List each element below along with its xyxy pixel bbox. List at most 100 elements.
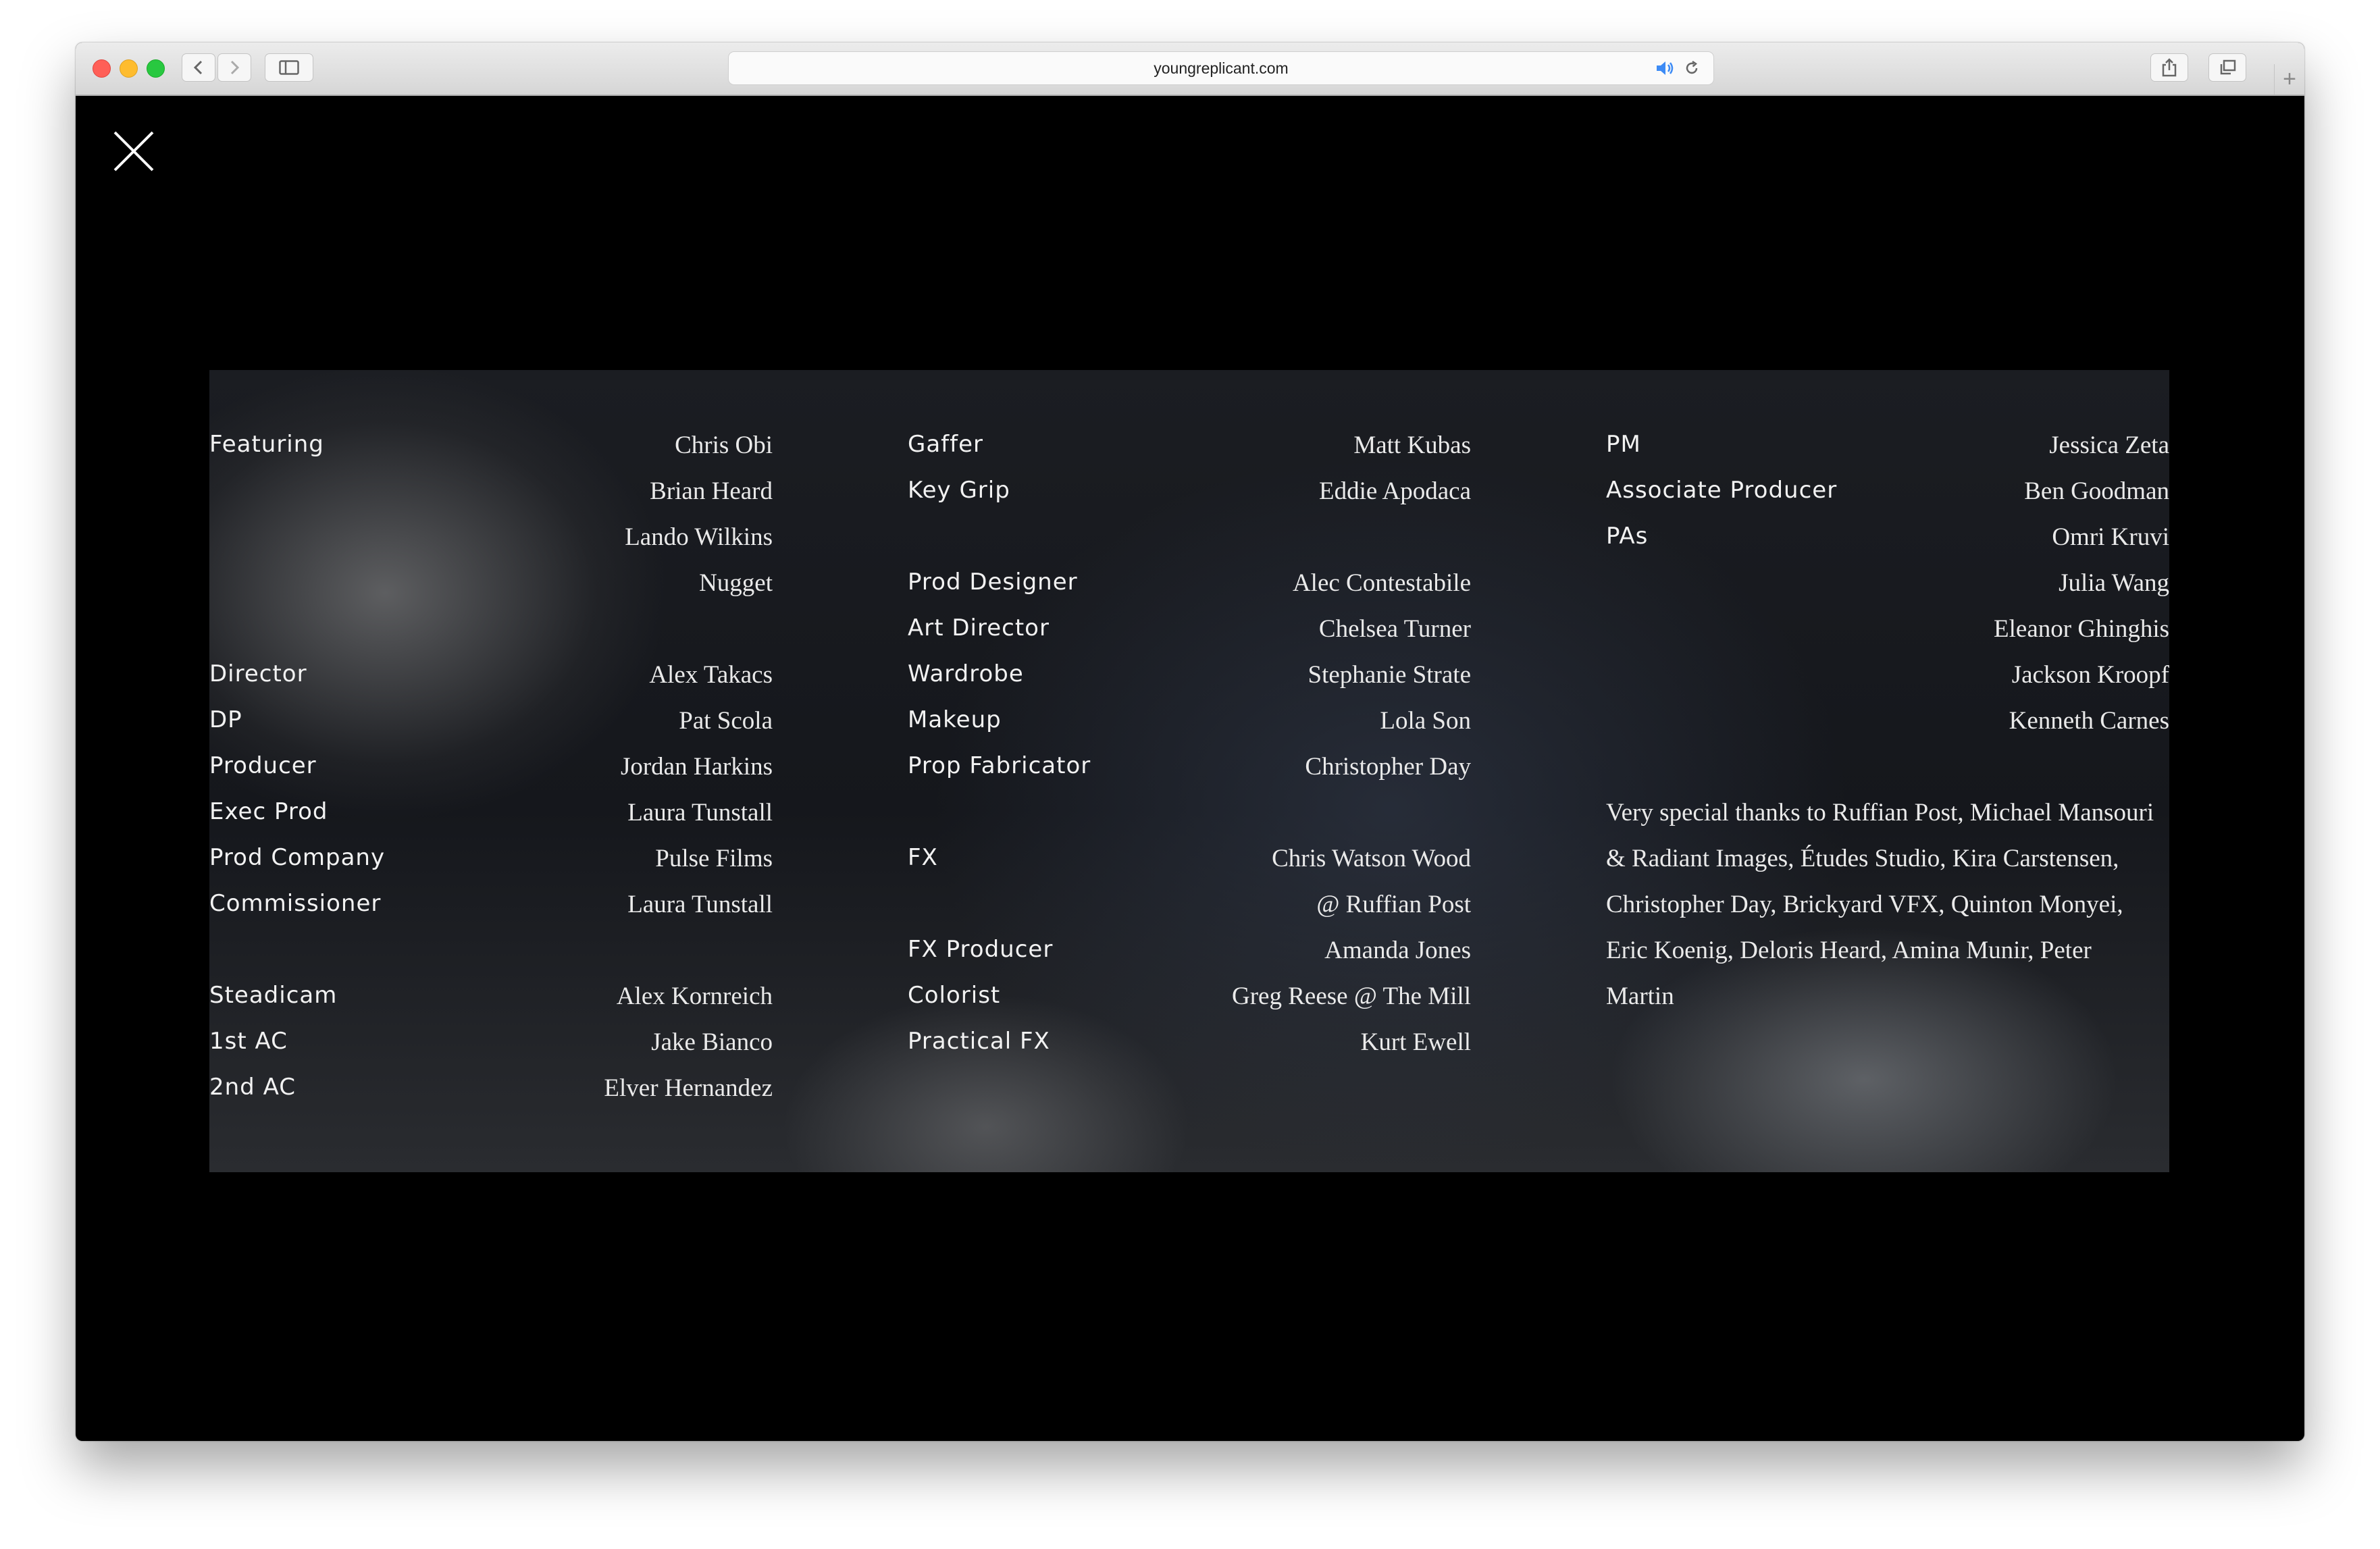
credit-name: Alex Takacs xyxy=(649,661,773,689)
credit-name: Laura Tunstall xyxy=(627,891,773,918)
credit-row: Brian Heard xyxy=(209,477,773,523)
back-button[interactable] xyxy=(182,53,215,82)
credit-name: Lola Son xyxy=(1380,707,1471,735)
browser-toolbar: youngreplicant.com + xyxy=(76,43,2304,96)
credit-row: Gaffer Matt Kubas xyxy=(908,431,1471,477)
credit-row: Director Alex Takacs xyxy=(209,660,773,706)
credit-row: Commissioner Laura Tunstall xyxy=(209,890,773,936)
credit-name: Nugget xyxy=(699,569,773,597)
credit-name: Chris Obi xyxy=(675,431,773,459)
credit-row: Jackson Kroopf xyxy=(1606,660,2169,706)
credit-row: Featuring Chris Obi xyxy=(209,431,773,477)
credit-row: Prod Designer Alec Contestabile xyxy=(908,569,1471,614)
credit-role: FX xyxy=(908,844,938,871)
credit-row: Producer Jordan Harkins xyxy=(209,752,773,798)
credit-row: PAs Omri Kruvi xyxy=(1606,523,2169,569)
credit-name: Laura Tunstall xyxy=(627,799,773,826)
credit-row: Practical FX Kurt Ewell xyxy=(908,1028,1471,1074)
credit-role: 2nd AC xyxy=(209,1074,296,1101)
credit-role: Prod Company xyxy=(209,844,386,871)
credit-row: Art Director Chelsea Turner xyxy=(908,614,1471,660)
chevron-right-icon xyxy=(230,60,240,75)
tabs-icon xyxy=(2220,59,2236,75)
credit-role: Steadicam xyxy=(209,982,338,1009)
credit-name: Kenneth Carnes xyxy=(2009,707,2169,735)
credit-role: 1st AC xyxy=(209,1028,288,1055)
credit-name: Jackson Kroopf xyxy=(2011,661,2169,689)
tabs-overview-button[interactable] xyxy=(2208,53,2246,82)
credit-row: 2nd AC Elver Hernandez xyxy=(209,1074,773,1120)
credit-row: Julia Wang xyxy=(1606,569,2169,614)
credit-row: Kenneth Carnes xyxy=(1606,706,2169,752)
credit-row: Associate Producer Ben Goodman xyxy=(1606,477,2169,523)
credit-row: Nugget xyxy=(209,569,773,614)
credit-name: Brian Heard xyxy=(650,477,773,505)
credit-name: Jessica Zeta xyxy=(2049,431,2169,459)
minimize-window-button[interactable] xyxy=(120,59,138,78)
credit-row: Key Grip Eddie Apodaca xyxy=(908,477,1471,523)
credit-row: Exec Prod Laura Tunstall xyxy=(209,798,773,844)
sidebar-toggle-button[interactable] xyxy=(265,53,313,82)
credit-role: Makeup xyxy=(908,706,1002,733)
credit-name: @ Ruffian Post xyxy=(1316,891,1471,918)
credit-name: Stephanie Strate xyxy=(1308,661,1471,689)
address-bar[interactable]: youngreplicant.com xyxy=(728,51,1714,85)
credit-row: Wardrobe Stephanie Strate xyxy=(908,660,1471,706)
credit-name: Jordan Harkins xyxy=(620,753,773,781)
credit-name: Matt Kubas xyxy=(1353,431,1471,459)
credit-row: Makeup Lola Son xyxy=(908,706,1471,752)
credit-role: Colorist xyxy=(908,982,1001,1009)
share-button[interactable] xyxy=(2150,53,2188,82)
credit-name: Kurt Ewell xyxy=(1360,1028,1471,1056)
close-icon[interactable] xyxy=(113,130,155,172)
credit-name: Amanda Jones xyxy=(1324,937,1471,964)
credit-role: Prod Designer xyxy=(908,569,1078,596)
credit-row: Lando Wilkins xyxy=(209,523,773,569)
credit-name: Christopher Day xyxy=(1305,753,1471,781)
credit-name: Julia Wang xyxy=(2059,569,2169,597)
credit-name: Pulse Films xyxy=(655,845,773,872)
chevron-left-icon xyxy=(193,60,203,75)
credit-role: FX Producer xyxy=(908,936,1054,963)
credit-name: Lando Wilkins xyxy=(625,523,773,551)
browser-window: youngreplicant.com + Featuring Chris Obi xyxy=(76,43,2304,1441)
credit-name: Alex Kornreich xyxy=(616,982,773,1010)
close-window-button[interactable] xyxy=(93,59,111,78)
speaker-icon[interactable] xyxy=(1655,60,1676,76)
credit-row: PM Jessica Zeta xyxy=(1606,431,2169,477)
credit-role: Practical FX xyxy=(908,1028,1050,1055)
credit-name: Greg Reese @ The Mill xyxy=(1232,982,1471,1010)
credit-role: Producer xyxy=(209,752,317,779)
zoom-window-button[interactable] xyxy=(147,59,165,78)
forward-button[interactable] xyxy=(217,53,251,82)
credit-name: Pat Scola xyxy=(679,707,773,735)
credit-name: Chris Watson Wood xyxy=(1272,845,1471,872)
credits-panel: Featuring Chris Obi Brian Heard Lando Wil… xyxy=(209,370,2169,1172)
credit-row: Colorist Greg Reese @ The Mill xyxy=(908,982,1471,1028)
credit-name: Ben Goodman xyxy=(2024,477,2169,505)
special-thanks-text: Very special thanks to Ruffian Post, Mic… xyxy=(1606,799,2154,1010)
sidebar-icon xyxy=(279,60,299,75)
url-text: youngreplicant.com xyxy=(1154,59,1289,77)
credit-role: Gaffer xyxy=(908,431,984,458)
credit-name: Chelsea Turner xyxy=(1318,615,1471,643)
credit-name: Elver Hernandez xyxy=(604,1074,773,1102)
reload-icon[interactable] xyxy=(1684,60,1700,76)
credit-row: DP Pat Scola xyxy=(209,706,773,752)
credit-name: Eddie Apodaca xyxy=(1319,477,1471,505)
credit-row: FX Producer Amanda Jones xyxy=(908,936,1471,982)
credit-role: Key Grip xyxy=(908,477,1010,504)
credit-role: Art Director xyxy=(908,614,1050,641)
credit-name: Eleanor Ghinghis xyxy=(1994,615,2169,643)
credit-name: Alec Contestabile xyxy=(1292,569,1471,597)
credit-row: Eleanor Ghinghis xyxy=(1606,614,2169,660)
credit-row: FX Chris Watson Wood xyxy=(908,844,1471,890)
credit-role: Director xyxy=(209,660,307,687)
credit-role: Featuring xyxy=(209,431,324,458)
credit-role: Commissioner xyxy=(209,890,382,917)
credit-name: Omri Kruvi xyxy=(2052,523,2169,551)
new-tab-button[interactable]: + xyxy=(2274,64,2304,95)
credit-role: PAs xyxy=(1606,523,1649,550)
credit-role: DP xyxy=(209,706,242,733)
credit-name: Jake Bianco xyxy=(651,1028,773,1056)
